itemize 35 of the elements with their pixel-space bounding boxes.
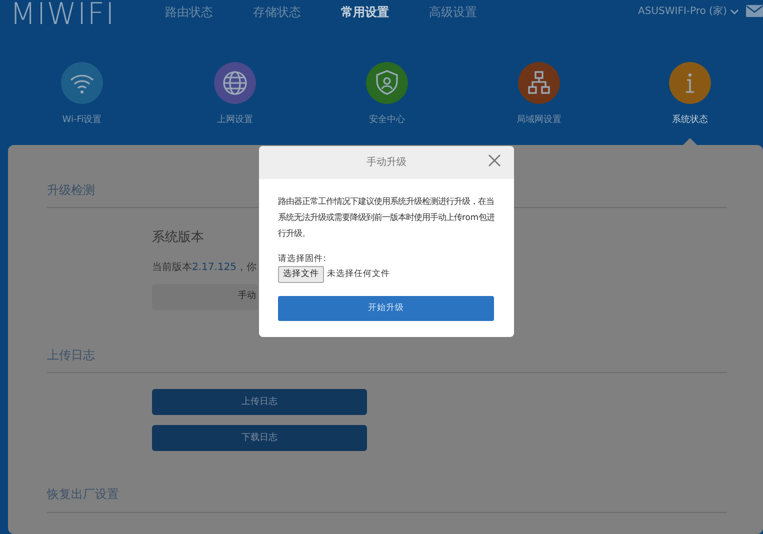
shortcut-label[interactable]: Wi-Fi设置	[62, 114, 102, 128]
shortcut-button[interactable]	[366, 62, 408, 104]
shortcut-button[interactable]	[61, 62, 103, 104]
nav-tab[interactable]: 存储状态	[233, 3, 321, 21]
globe-icon	[222, 70, 248, 96]
shortcut-label[interactable]: 系统状态	[672, 114, 708, 128]
version-text: 当前版本2.17.125，你	[152, 260, 257, 275]
shield-icon	[374, 70, 400, 96]
shortcut-button[interactable]	[214, 62, 256, 104]
shortcut-label[interactable]: 局域网设置	[516, 114, 562, 128]
shortcut-label[interactable]: 安全中心	[369, 114, 405, 128]
network-icon	[526, 70, 552, 96]
section-title: 上传日志	[47, 348, 727, 374]
section-title: 恢复出厂设置	[47, 487, 727, 513]
logo[interactable]: MIWIFI	[10, 0, 116, 30]
chevron-down-icon	[730, 8, 739, 14]
nav-tab[interactable]: 高级设置	[409, 3, 497, 21]
start-upgrade-button[interactable]: 开始升级	[278, 296, 494, 321]
log-button[interactable]: 上传日志	[152, 389, 367, 416]
shortcut-button[interactable]	[518, 62, 560, 104]
nav-tab[interactable]: 路由状态	[145, 3, 233, 21]
close-button[interactable]	[488, 154, 501, 167]
field-label: 请选择固件:	[278, 254, 327, 265]
file-status: 未选择任何文件	[327, 268, 390, 281]
mail-icon[interactable]	[746, 5, 763, 17]
nav-tab[interactable]: 常用设置	[321, 3, 409, 21]
shortcut-button[interactable]	[669, 62, 711, 104]
shortcut-label[interactable]: 上网设置	[217, 114, 253, 128]
log-button[interactable]: 下载日志	[152, 425, 367, 452]
close-icon	[488, 154, 501, 167]
version-heading: 系统版本	[152, 229, 204, 248]
dialog-title: 手动升级	[366, 156, 406, 170]
account-menu[interactable]: ASUSWIFI-Pro (家)	[638, 4, 739, 19]
choose-file-button[interactable]: 选择文件	[278, 266, 324, 283]
manual-upgrade-button[interactable]: 手动	[152, 284, 258, 310]
